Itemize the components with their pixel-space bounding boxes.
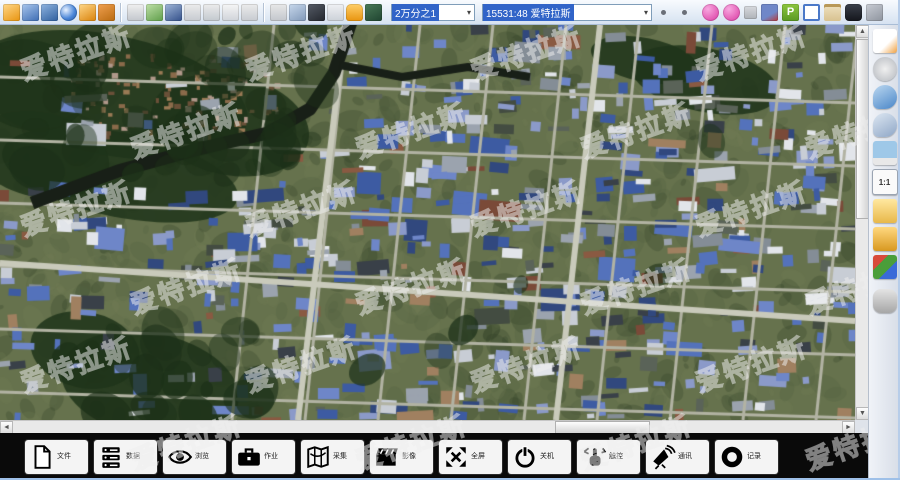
undo-arrow-icon[interactable] bbox=[241, 4, 258, 21]
open-folder-icon[interactable] bbox=[3, 4, 20, 21]
media-button[interactable]: 影像 bbox=[370, 440, 433, 474]
clipboard-icon[interactable] bbox=[222, 4, 239, 21]
button-label: 触控 bbox=[609, 453, 625, 460]
briefcase-icon bbox=[236, 444, 262, 470]
annotate-pen-icon[interactable] bbox=[702, 4, 719, 21]
window-frame-icon[interactable] bbox=[803, 4, 820, 21]
file-button[interactable]: 文件 bbox=[25, 440, 88, 474]
parking-icon[interactable]: P bbox=[782, 4, 799, 21]
map-viewport[interactable] bbox=[0, 25, 855, 420]
screen-display-icon[interactable] bbox=[761, 4, 778, 21]
database-icon[interactable] bbox=[346, 4, 363, 21]
exit-door-icon[interactable] bbox=[98, 4, 115, 21]
layers-icon[interactable] bbox=[873, 199, 897, 223]
measure-tool-icon[interactable] bbox=[327, 4, 344, 21]
button-label: 文件 bbox=[57, 453, 73, 460]
power-button[interactable]: 关机 bbox=[508, 440, 571, 474]
toolbar-separator bbox=[263, 3, 265, 22]
gallery-image-icon[interactable] bbox=[866, 4, 883, 21]
scale-1-1-label: 1:1 bbox=[879, 178, 891, 187]
spinner-dot-icon[interactable] bbox=[682, 10, 687, 15]
clapperboard-icon bbox=[374, 444, 400, 470]
browse-button[interactable]: 浏览 bbox=[163, 440, 226, 474]
touch-button[interactable]: 触控 bbox=[577, 440, 640, 474]
bottom-toolbar: 文件 数据 浏览 作业 bbox=[0, 433, 868, 480]
coordinate-combobox[interactable]: 15531:48 爱特拉斯 ▾ bbox=[482, 4, 652, 21]
forest-layer-icon[interactable] bbox=[365, 4, 382, 21]
chevron-down-icon[interactable]: ▾ bbox=[464, 8, 474, 17]
back-arrow-icon[interactable] bbox=[184, 4, 201, 21]
toolbar-right-group: P bbox=[702, 4, 883, 21]
save-icon[interactable] bbox=[41, 4, 58, 21]
scale-1-1-icon[interactable]: 1:1 bbox=[872, 169, 898, 195]
map-icon bbox=[305, 444, 331, 470]
zoom-globe-icon[interactable] bbox=[873, 85, 897, 109]
refresh-view-icon[interactable] bbox=[873, 57, 897, 81]
archive-folder-icon[interactable] bbox=[22, 4, 39, 21]
image-view-icon[interactable] bbox=[873, 141, 897, 165]
map-horizontal-scrollbar[interactable]: ◄ ► bbox=[0, 420, 855, 434]
satellite-dish-icon bbox=[650, 444, 676, 470]
coordinate-value: 15531:48 爱特拉斯 bbox=[483, 4, 574, 21]
swap-arrows-icon[interactable] bbox=[127, 4, 144, 21]
fullscreen-button[interactable]: 全屏 bbox=[439, 440, 502, 474]
button-label: 全屏 bbox=[471, 453, 487, 460]
data-button[interactable]: 数据 bbox=[94, 440, 157, 474]
eye-icon bbox=[167, 444, 193, 470]
scale-value: 2万分之1 bbox=[392, 4, 439, 21]
file-icon bbox=[29, 444, 55, 470]
touch-hand-icon bbox=[581, 444, 607, 470]
map-image-icon[interactable] bbox=[146, 4, 163, 21]
comm-button[interactable]: 通讯 bbox=[646, 440, 709, 474]
top-toolbar: 2万分之1 ▾ 15531:48 爱特拉斯 ▾ P bbox=[0, 0, 900, 25]
button-label: 作业 bbox=[264, 453, 280, 460]
chevron-down-icon[interactable]: ▾ bbox=[641, 8, 651, 17]
map-collect-button[interactable]: 采集 bbox=[301, 440, 364, 474]
map-vertical-scrollbar[interactable]: ▲ ▼ bbox=[855, 25, 869, 420]
record-circle-icon bbox=[719, 444, 745, 470]
list-panel-icon[interactable] bbox=[824, 4, 841, 21]
annotate-pen-icon[interactable] bbox=[723, 4, 740, 21]
expand-arrows-icon bbox=[443, 444, 469, 470]
globe-icon[interactable] bbox=[60, 4, 77, 21]
job-button[interactable]: 作业 bbox=[232, 440, 295, 474]
satellite-map[interactable] bbox=[0, 25, 855, 420]
button-label: 数据 bbox=[126, 453, 142, 460]
server-stack-icon bbox=[98, 444, 124, 470]
small-tool-icon[interactable] bbox=[744, 6, 757, 19]
locate-icon[interactable] bbox=[873, 289, 897, 313]
layers-alt-icon[interactable] bbox=[873, 227, 897, 251]
refresh-icon[interactable] bbox=[203, 4, 220, 21]
button-label: 记录 bbox=[747, 453, 763, 460]
page-edit-icon[interactable] bbox=[873, 29, 897, 53]
toolbar-separator bbox=[120, 3, 122, 22]
button-label: 关机 bbox=[540, 453, 556, 460]
phone-device-icon[interactable] bbox=[845, 4, 862, 21]
folder-go-icon[interactable] bbox=[79, 4, 96, 21]
power-icon bbox=[512, 444, 538, 470]
scale-combobox[interactable]: 2万分之1 ▾ bbox=[391, 4, 475, 21]
button-label: 采集 bbox=[333, 453, 349, 460]
zoom-previous-icon[interactable] bbox=[873, 113, 897, 137]
button-label: 浏览 bbox=[195, 453, 211, 460]
right-sidebar: 1:1 bbox=[868, 25, 900, 480]
spinner-dot-icon[interactable] bbox=[661, 10, 666, 15]
redo-arrow-icon[interactable] bbox=[270, 4, 287, 21]
photo-frame-icon[interactable] bbox=[308, 4, 325, 21]
button-label: 影像 bbox=[402, 453, 418, 460]
record-button[interactable]: 记录 bbox=[715, 440, 778, 474]
compass-draw-icon[interactable] bbox=[165, 4, 182, 21]
thematic-map-icon[interactable] bbox=[873, 255, 897, 279]
terrain-view-icon[interactable] bbox=[289, 4, 306, 21]
button-label: 通讯 bbox=[678, 453, 694, 460]
app-window: 2万分之1 ▾ 15531:48 爱特拉斯 ▾ P ▲ ▼ ◄ bbox=[0, 0, 900, 480]
scrollbar-corner bbox=[855, 420, 868, 433]
